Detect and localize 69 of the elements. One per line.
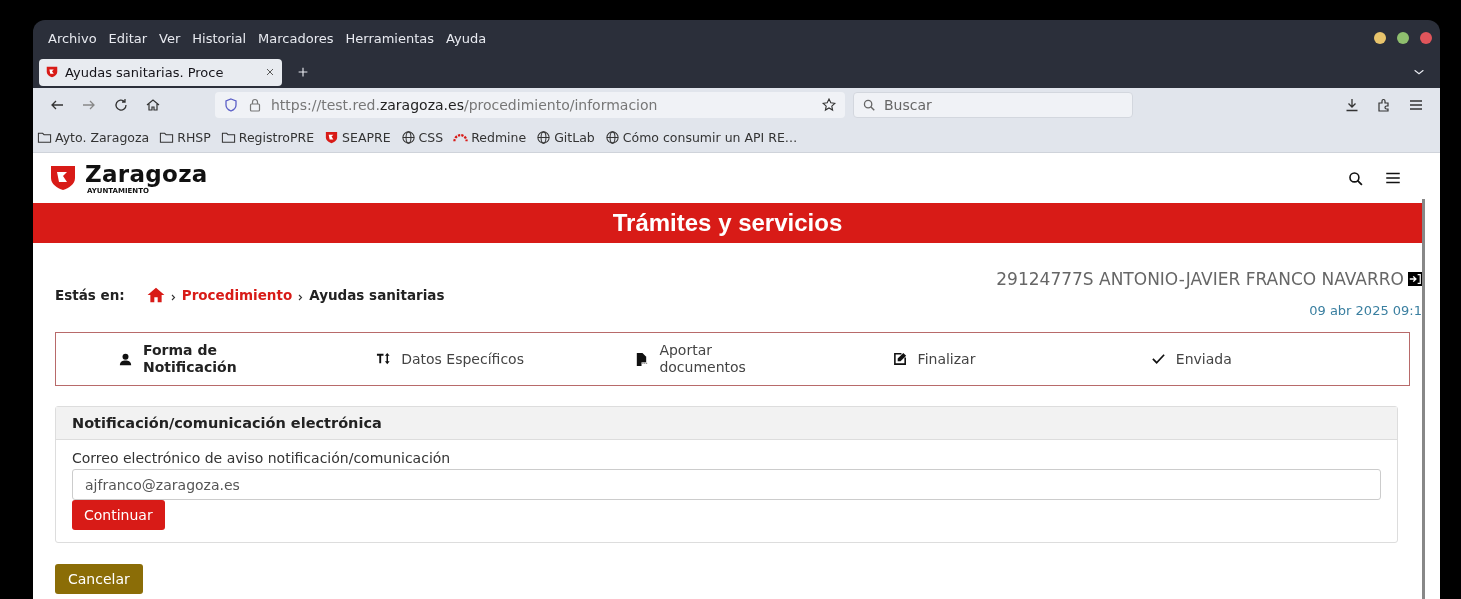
person-icon — [118, 351, 133, 367]
banner-title: Trámites y servicios — [612, 209, 843, 237]
field-label: Correo electrónico de aviso notificación/comunicación — [72, 450, 452, 466]
tab-title: Ayudas sanitarias. Proce — [65, 64, 225, 80]
plus-icon — [296, 65, 310, 79]
bookmark-item[interactable]: Ayto. Zaragoza — [37, 129, 150, 145]
menu-item[interactable]: Archivo — [42, 30, 103, 46]
globe-icon — [536, 129, 552, 145]
home-link[interactable] — [146, 286, 165, 304]
download-icon — [1344, 97, 1360, 113]
email-field[interactable]: ajfranco@zaragoza.es — [72, 469, 1381, 500]
maximize-control[interactable] — [1397, 32, 1409, 44]
menu-item[interactable]: Herramientas — [339, 30, 441, 46]
menu-item[interactable]: Historial — [186, 30, 253, 46]
browser-tab[interactable]: Ayudas sanitarias. Proce — [39, 58, 282, 86]
bookmark-item[interactable]: RegistroPRE — [220, 129, 315, 145]
breadcrumb-current: Ayudas sanitarias — [309, 287, 445, 303]
menu-item[interactable]: Ver — [153, 30, 187, 46]
menu-icon — [1408, 97, 1424, 113]
new-tab-button[interactable] — [296, 65, 310, 79]
chevron-icon — [298, 294, 304, 301]
close-tab-button[interactable] — [264, 66, 276, 78]
bookmark-item[interactable]: Redmine — [453, 129, 527, 145]
globe-icon — [400, 129, 416, 145]
shield-icon — [324, 129, 340, 145]
home-icon — [146, 286, 165, 304]
text-size-icon — [376, 351, 392, 367]
search-icon — [862, 98, 876, 112]
step-item[interactable]: Finalizar — [892, 350, 1151, 368]
step-item[interactable]: Aportar documentos — [634, 342, 893, 376]
bookmark-item[interactable]: SEAPRE — [324, 129, 391, 145]
chevron-icon — [170, 294, 176, 301]
close-icon — [264, 66, 276, 78]
url-field[interactable]: https://test.red.zaragoza.es/procedimiento/informacion — [215, 92, 845, 118]
favicon-icon — [45, 65, 59, 79]
bookmark-item[interactable]: Cómo consumir un API RE… — [604, 129, 798, 145]
bookmark-item[interactable]: GitLab — [536, 129, 595, 145]
bookmark-star-button[interactable] — [821, 97, 837, 113]
menu-item[interactable]: Marcadores — [252, 30, 340, 46]
close-control[interactable] — [1420, 32, 1432, 44]
breadcrumb-label: Estás en: — [55, 287, 125, 303]
breadcrumb-link[interactable]: Procedimiento — [181, 287, 293, 303]
bookmark-item[interactable]: RHSP — [159, 129, 211, 145]
lock-icon — [247, 97, 263, 113]
check-icon — [1150, 351, 1166, 367]
continue-button[interactable]: Continuar — [72, 500, 165, 530]
menu-item[interactable]: Editar — [102, 30, 154, 46]
reload-icon — [113, 97, 129, 113]
scrollbar[interactable] — [1422, 199, 1425, 599]
step-item[interactable]: Datos Específicos — [376, 350, 635, 368]
home-icon — [145, 97, 161, 113]
star-icon — [821, 97, 837, 113]
date-time: 09 abr 2025 09:1 — [1308, 303, 1422, 318]
cancel-button[interactable]: Cancelar — [55, 564, 143, 594]
menu-item[interactable]: Ayuda — [440, 30, 493, 46]
search-field[interactable]: Buscar — [853, 92, 1133, 118]
globe-icon — [604, 129, 620, 145]
bookmark-item[interactable]: CSS — [400, 129, 444, 145]
card-title: Notificación/comunicación electrónica — [72, 415, 382, 431]
step-item[interactable]: Forma de Notificación — [118, 342, 377, 376]
edit-icon — [892, 351, 908, 367]
pdf-file-icon — [634, 351, 650, 367]
puzzle-icon — [1376, 97, 1392, 113]
shield-icon — [223, 97, 239, 113]
user-name: 29124777S ANTONIO-JAVIER FRANCO NAVARRO — [996, 269, 1404, 289]
minimize-control[interactable] — [1374, 32, 1386, 44]
search-icon — [1346, 169, 1364, 187]
step-item[interactable]: Enviada — [1150, 350, 1409, 368]
logout-button[interactable] — [1408, 272, 1422, 286]
